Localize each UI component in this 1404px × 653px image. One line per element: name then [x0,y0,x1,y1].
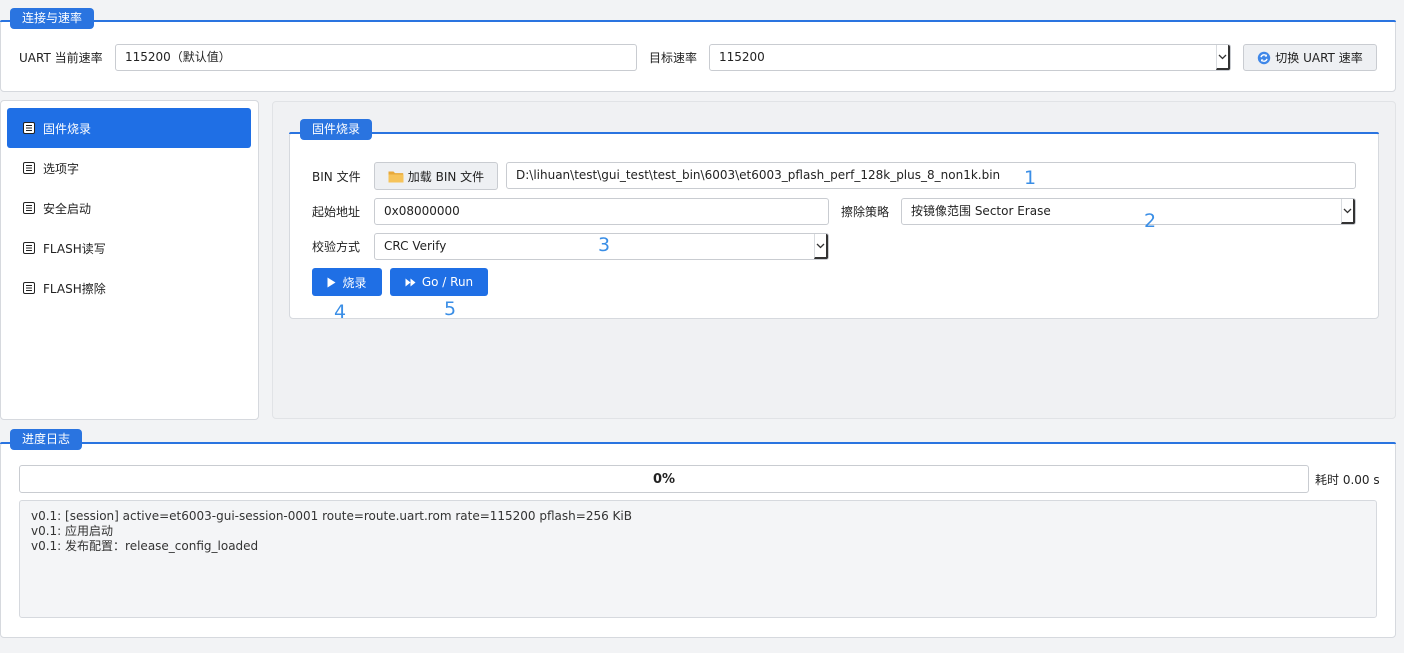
sidebar-item-label: FLASH读写 [43,241,106,256]
sidebar-item-firmware-burn[interactable]: 固件烧录 [7,108,251,148]
firmware-group-title: 固件烧录 [300,119,373,140]
group-top-line [289,132,1379,134]
document-icon [23,202,35,214]
log-line: v0.1: 发布配置：release_config_loaded [31,539,259,553]
erase-strategy-label: 擦除策略 [841,205,890,219]
sidebar-item-label: 固件烧录 [43,121,92,136]
annotation-1: 1 [1024,167,1037,189]
target-rate-value: 115200 [719,50,765,64]
log-line: v0.1: 应用启动 [31,524,114,538]
connection-group-title: 连接与速率 [10,8,95,29]
sidebar-item-label: 安全启动 [43,201,92,216]
annotation-3: 3 [598,234,611,256]
sidebar-item-label: FLASH擦除 [43,281,106,296]
log-output[interactable]: v0.1: [session] active=et6003-gui-sessio… [19,500,1377,618]
document-icon [23,122,35,134]
elapsed-time-label: 耗时 0.00 s [1315,473,1380,487]
sidebar-item-secure-boot[interactable]: 安全启动 [7,188,251,228]
verify-method-value: CRC Verify [384,239,447,253]
burn-button[interactable]: 烧录 [312,268,382,296]
progress-log-title: 进度日志 [10,429,83,450]
refresh-icon [1257,51,1271,65]
chevron-down-icon[interactable] [1341,199,1355,224]
group-top-line [0,20,1396,22]
go-run-button-label: Go / Run [421,275,474,289]
play-icon [327,277,336,288]
sidebar-item-flash-rw[interactable]: FLASH读写 [7,228,251,268]
chevron-down-icon[interactable] [1216,45,1230,70]
document-icon [23,242,35,254]
folder-icon [388,170,404,183]
erase-strategy-select[interactable]: 按镜像范围 Sector Erase [901,198,1356,225]
uart-current-rate-label: UART 当前速率 [19,51,103,65]
erase-strategy-value: 按镜像范围 Sector Erase [911,204,1051,218]
document-icon [23,282,35,294]
group-top-line [0,442,1396,444]
load-bin-button[interactable]: 加载 BIN 文件 [374,162,498,190]
sidebar-item-label: 选项字 [43,161,80,176]
uart-current-rate-field[interactable]: 115200（默认值） [115,44,637,71]
chevron-down-icon[interactable] [814,234,828,259]
bin-file-label: BIN 文件 [312,170,361,184]
document-icon [23,162,35,174]
switch-uart-rate-label: 切换 UART 速率 [1275,51,1363,65]
bin-path-field[interactable]: D:\lihuan\test\gui_test\test_bin\6003\et… [506,162,1356,189]
start-address-field[interactable]: 0x08000000 [374,198,829,225]
annotation-2: 2 [1144,210,1157,232]
burn-button-label: 烧录 [342,275,367,290]
verify-method-label: 校验方式 [312,240,361,254]
fast-forward-icon [405,278,416,287]
annotation-4: 4 [334,301,347,323]
sidebar-item-flash-erase[interactable]: FLASH擦除 [7,268,251,308]
target-rate-select[interactable]: 115200 [709,44,1231,71]
switch-uart-rate-button[interactable]: 切换 UART 速率 [1243,44,1377,71]
annotation-5: 5 [444,298,457,320]
start-address-label: 起始地址 [312,205,361,219]
progress-percent-text: 0% [652,471,676,487]
sidebar-item-option-bytes[interactable]: 选项字 [7,148,251,188]
target-rate-label: 目标速率 [649,51,698,65]
log-line: v0.1: [session] active=et6003-gui-sessio… [31,509,632,523]
progress-bar: 0% [19,465,1309,493]
go-run-button[interactable]: Go / Run [390,268,488,296]
load-bin-label: 加载 BIN 文件 [407,169,485,184]
